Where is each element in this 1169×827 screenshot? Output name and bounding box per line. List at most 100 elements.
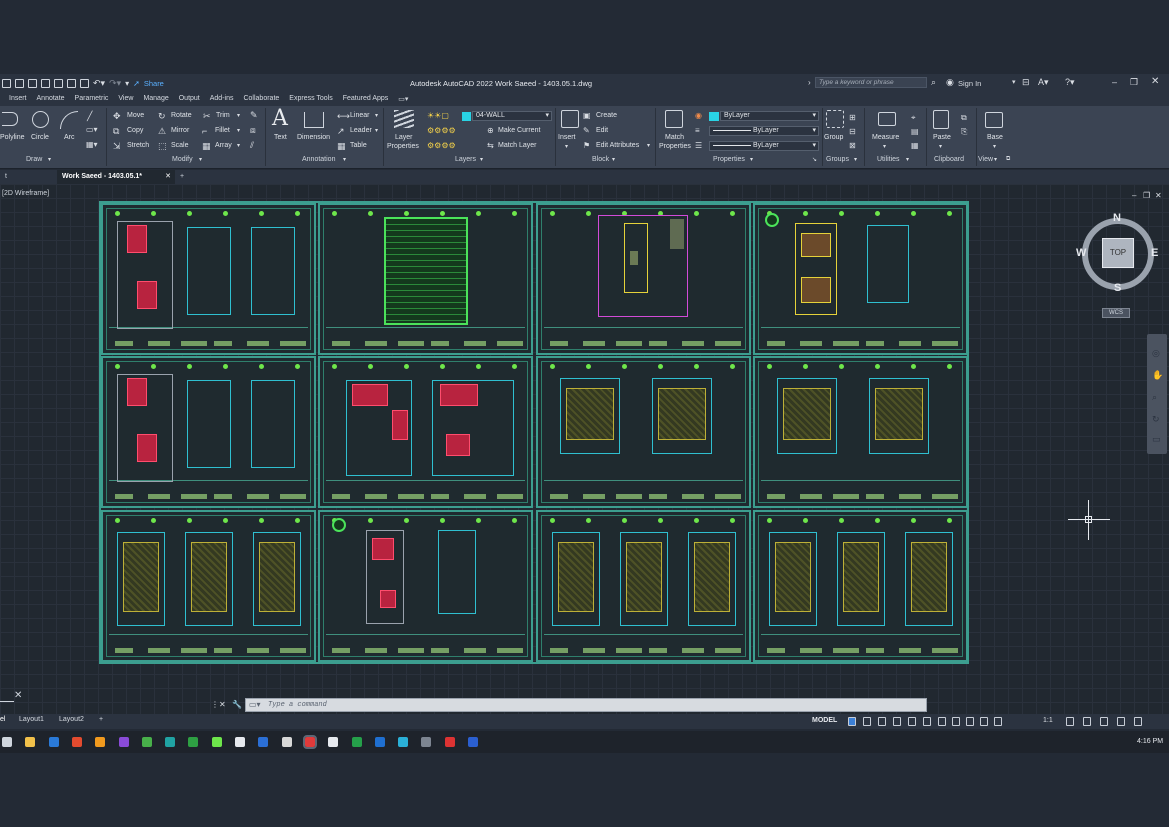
line-icon[interactable]: ╱ [87, 111, 92, 122]
paste-button[interactable]: Paste [933, 134, 951, 141]
sign-in-button[interactable]: Sign In [958, 79, 981, 88]
otrack-icon[interactable] [923, 717, 931, 726]
plot-icon[interactable] [80, 78, 89, 88]
match-layer-button[interactable]: Match Layer [498, 142, 537, 149]
make-current-button[interactable]: Make Current [498, 127, 540, 134]
create-block-button[interactable]: Create [596, 112, 617, 119]
app-icon[interactable] [444, 737, 455, 747]
explode-icon[interactable]: ⧈ [250, 125, 256, 136]
excel-icon[interactable] [188, 737, 199, 747]
annotation-panel-title[interactable]: Annotation [302, 156, 335, 163]
group-button[interactable]: Group [824, 134, 843, 141]
tab-insert[interactable]: Insert [4, 92, 32, 106]
ortho-icon[interactable] [878, 717, 886, 726]
customize-icon[interactable]: ▾ [125, 79, 129, 88]
chrome-icon[interactable] [71, 737, 82, 747]
tab-output[interactable]: Output [174, 92, 205, 106]
block-panel-title[interactable]: Block [592, 156, 609, 163]
osnap-icon[interactable] [908, 717, 916, 726]
edit-block-button[interactable]: Edit [596, 127, 608, 134]
utility-tools-icons[interactable]: ⌖ ▤ ▦ [911, 111, 921, 153]
table-button[interactable]: Table [350, 142, 367, 149]
save-as-icon[interactable] [41, 78, 50, 88]
plus-icon[interactable] [1083, 717, 1091, 726]
modify-panel-title[interactable]: Modify [172, 156, 193, 163]
app-icon[interactable] [141, 737, 152, 747]
lineweight-icon[interactable] [938, 717, 946, 726]
erase-icon[interactable]: ✎ [250, 110, 258, 121]
circle-icon[interactable] [32, 111, 49, 128]
offset-icon[interactable]: ⫽ [250, 140, 254, 151]
add-layout-button[interactable]: + [99, 716, 103, 723]
transparency-icon[interactable] [952, 717, 960, 726]
match-properties-button-line2[interactable]: Properties [659, 143, 691, 150]
cart-icon[interactable]: ⊟ [1022, 77, 1030, 88]
group-tools-icons[interactable]: ⊞ ⊟ ⊠ [849, 111, 859, 153]
fillet-button[interactable]: Fillet [215, 127, 230, 134]
undo-icon[interactable]: ↶▾ [93, 78, 105, 89]
app-icon[interactable] [351, 737, 362, 747]
minimize-icon[interactable]: – [1112, 77, 1117, 87]
task-view-icon[interactable] [2, 737, 12, 747]
app-icon[interactable] [421, 737, 432, 747]
search-icon[interactable]: ⌕ [931, 77, 936, 88]
workspace-icon[interactable] [1066, 717, 1074, 726]
tab-layout2[interactable]: Layout2 [59, 716, 84, 723]
clipboard-panel-title[interactable]: Clipboard [934, 156, 964, 163]
rotate-button[interactable]: Rotate [171, 112, 192, 119]
layer-state-icons[interactable]: ☀☀▢ [427, 111, 449, 120]
share-button[interactable]: Share [144, 79, 164, 88]
tab-parametric[interactable]: Parametric [70, 92, 114, 106]
dimension-button[interactable]: Dimension [297, 134, 330, 141]
share-icon[interactable]: ➚ [133, 79, 140, 88]
tab-annotate[interactable]: Annotate [32, 92, 70, 106]
fullscreen-icon[interactable] [1134, 717, 1142, 726]
tab-layout1[interactable]: Layout1 [19, 716, 44, 723]
command-customize-icon[interactable]: 🔧 [232, 700, 242, 709]
layer-dropdown[interactable]: 04-WALL ▾ [472, 111, 552, 121]
orbit-icon[interactable]: ↻ [1152, 414, 1160, 425]
linetype-dropdown[interactable]: ByLayer ▾ [709, 141, 819, 151]
selection-cycling-icon[interactable] [966, 717, 974, 726]
properties-panel-title[interactable]: Properties [713, 156, 745, 163]
steering-wheel-icon[interactable]: ◎ [1152, 348, 1160, 359]
viewport-label[interactable]: [2D Wireframe] [2, 190, 49, 197]
snap-icon[interactable] [863, 717, 871, 726]
polar-icon[interactable] [893, 717, 901, 726]
command-close-icon[interactable]: ✕ [219, 700, 226, 709]
vlc-icon[interactable] [95, 737, 106, 747]
save-icon[interactable] [28, 78, 37, 88]
save-web-icon[interactable] [67, 78, 76, 88]
redo-icon[interactable]: ↷▾ [109, 78, 121, 89]
array-button[interactable]: Array [215, 142, 232, 149]
compass-north[interactable]: N [1113, 212, 1121, 224]
command-grip-icon[interactable]: ⋮ [211, 700, 219, 709]
autocad-icon[interactable] [302, 735, 317, 749]
photoshop-icon[interactable] [258, 737, 269, 747]
app-icon[interactable] [118, 737, 129, 747]
polyline-button[interactable]: Polyline [0, 134, 25, 141]
search-input[interactable]: Type a keyword or phrase [815, 77, 927, 88]
circle-button[interactable]: Circle [31, 134, 49, 141]
move-button[interactable]: Move [127, 112, 144, 119]
app-icon[interactable] [374, 737, 385, 747]
compass-south[interactable]: S [1114, 282, 1121, 294]
layer-tools-icons-2[interactable]: ⚙⚙⚙⚙ [427, 141, 456, 150]
viewcube[interactable]: TOP N S E W [1076, 212, 1160, 296]
tab-manage[interactable]: Manage [138, 92, 173, 106]
app-icon[interactable] [281, 737, 292, 747]
stretch-button[interactable]: Stretch [127, 142, 149, 149]
viewport-minimize-icon[interactable]: – [1132, 191, 1136, 200]
close-tab-icon[interactable]: ✕ [165, 170, 171, 184]
tab-featured-apps[interactable]: Featured Apps [338, 92, 394, 106]
help-icon[interactable]: ?▾ [1065, 77, 1075, 88]
tab-express-tools[interactable]: Express Tools [284, 92, 337, 106]
viewcube-top-face[interactable]: TOP [1102, 238, 1134, 268]
navigation-bar[interactable]: ◎ ✋ ⌕ ↻ ▭ [1147, 334, 1167, 454]
leader-button[interactable]: Leader [350, 127, 372, 134]
base-button[interactable]: Base [987, 134, 1003, 141]
compass-east[interactable]: E [1151, 247, 1158, 259]
command-line[interactable]: ▭▾ Type a command [245, 698, 927, 712]
annotation-scale[interactable]: 1:1 [1043, 717, 1053, 724]
view-panel-title[interactable]: View [978, 156, 993, 163]
